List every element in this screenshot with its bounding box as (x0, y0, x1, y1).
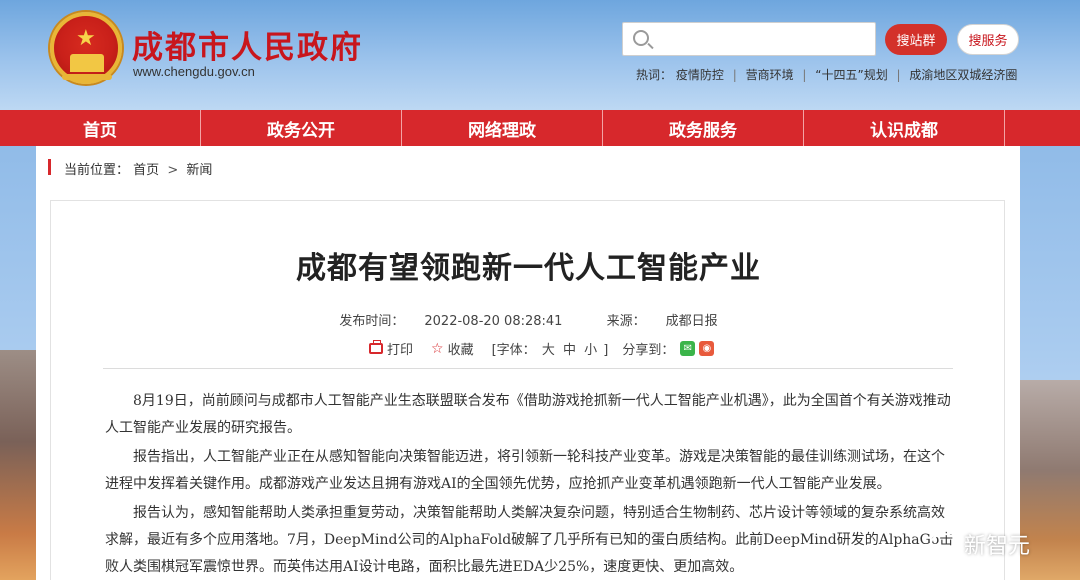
article-tools: 打印 ☆ 收藏 [字体： 大 中 小 ] 分享到： ✉ ◉ (369, 339, 732, 358)
breadcrumb: 当前位置： 首页 > 新闻 (64, 159, 212, 178)
font-size-medium[interactable]: 中 (563, 343, 576, 358)
breadcrumb-news-link[interactable]: 新闻 (186, 163, 212, 178)
site-url: www.chengdu.gov.cn (133, 64, 255, 79)
site-header: ★ 成都市人民政府 www.chengdu.gov.cn 搜站群 搜服务 热词：… (0, 0, 1080, 110)
site-title[interactable]: 成都市人民政府 (132, 22, 363, 67)
hotwords-label: 热词： (636, 68, 673, 82)
favorite-button[interactable]: ☆ 收藏 (431, 339, 474, 359)
article-title: 成都有望领跑新一代人工智能产业 (296, 251, 761, 286)
hotword-link[interactable]: 疫情防控 (676, 66, 724, 83)
publish-time-value: 2022-08-20 08:28:41 (424, 314, 563, 329)
nav-item-gov-services[interactable]: 政务服务 (603, 110, 804, 146)
breadcrumb-bar: 当前位置： 首页 > 新闻 (36, 146, 1020, 190)
print-button[interactable]: 打印 (369, 339, 413, 358)
meta-divider (103, 368, 953, 369)
article-body: 8月19日，尚前顾问与成都市人工智能产业生态联盟联合发布《借助游戏抢抓新一代人工… (105, 388, 955, 580)
hotword-separator: | (896, 68, 901, 82)
font-size-label: [字体： (491, 343, 536, 358)
publish-label: 发布时间： (339, 314, 405, 329)
breadcrumb-accent (48, 159, 51, 175)
font-size-control: [字体： 大 中 小 ] (492, 339, 609, 358)
breadcrumb-label: 当前位置： (64, 163, 130, 178)
publish-time: 发布时间： 2022-08-20 08:28:41 (329, 314, 572, 329)
hotword-separator: | (732, 68, 737, 82)
search-icon (633, 30, 649, 46)
nav-filler (1005, 110, 1080, 146)
star-icon: ☆ (431, 340, 444, 357)
share-area: 分享到： ✉ ◉ (622, 339, 715, 358)
main-nav: 首页 政务公开 网络理政 政务服务 认识成都 (0, 110, 1080, 146)
search-service-button[interactable]: 搜服务 (957, 24, 1019, 55)
national-emblem-icon: ★ (50, 12, 122, 84)
nav-item-online-governance[interactable]: 网络理政 (402, 110, 603, 146)
watermark: 新智元 (930, 528, 1030, 560)
source-value: 成都日报 (665, 314, 718, 329)
source-label: 来源： (606, 314, 646, 329)
nav-item-home[interactable]: 首页 (0, 110, 201, 146)
watermark-text: 新智元 (964, 534, 1031, 559)
article-paragraph: 报告认为，感知智能帮助人类承担重复劳动，决策智能帮助人类解决复杂问题，特别适合生… (105, 505, 954, 575)
font-size-large[interactable]: 大 (542, 343, 555, 358)
wechat-share-icon[interactable]: ✉ (680, 341, 696, 356)
font-size-close-bracket: ] (603, 343, 609, 358)
search-input[interactable] (659, 29, 869, 51)
hotword-link[interactable]: 营商环境 (746, 66, 794, 83)
article-container: 成都有望领跑新一代人工智能产业 发布时间： 2022-08-20 08:28:41… (36, 190, 1020, 580)
nav-item-know-chengdu[interactable]: 认识成都 (804, 110, 1005, 146)
nav-item-gov-affairs-public[interactable]: 政务公开 (201, 110, 402, 146)
search-site-group-button[interactable]: 搜站群 (885, 24, 947, 55)
article-paragraph: 8月19日，尚前顾问与成都市人工智能产业生态联盟联合发布《借助游戏抢抓新一代人工… (105, 393, 951, 436)
article-meta: 发布时间： 2022-08-20 08:28:41 来源： 成都日报 (51, 310, 1006, 329)
breadcrumb-home-link[interactable]: 首页 (133, 163, 159, 178)
wechat-logo-icon (930, 533, 958, 555)
breadcrumb-separator: > (167, 163, 179, 178)
source: 来源： 成都日报 (597, 314, 728, 329)
share-label: 分享到： (622, 343, 675, 358)
hotword-link[interactable]: 成渝地区双城经济圈 (909, 66, 1017, 83)
weibo-share-icon[interactable]: ◉ (699, 341, 715, 356)
article-box: 成都有望领跑新一代人工智能产业 发布时间： 2022-08-20 08:28:41… (50, 200, 1005, 580)
printer-icon (369, 340, 383, 354)
font-size-small[interactable]: 小 (584, 343, 597, 358)
favorite-label: 收藏 (447, 343, 474, 358)
background-buildings-left (0, 350, 36, 580)
hotword-separator: | (802, 68, 807, 82)
article-paragraph: 报告指出，人工智能产业正在从感知智能向决策智能迈进，将引领新一轮科技产业变革。游… (105, 449, 945, 492)
print-label: 打印 (387, 343, 414, 358)
hotword-link[interactable]: “十四五”规划 (815, 66, 887, 83)
search-box[interactable] (622, 22, 876, 56)
hotwords-bar: 热词： 疫情防控 | 营商环境 | “十四五”规划 | 成渝地区双城经济圈 (636, 66, 1017, 83)
